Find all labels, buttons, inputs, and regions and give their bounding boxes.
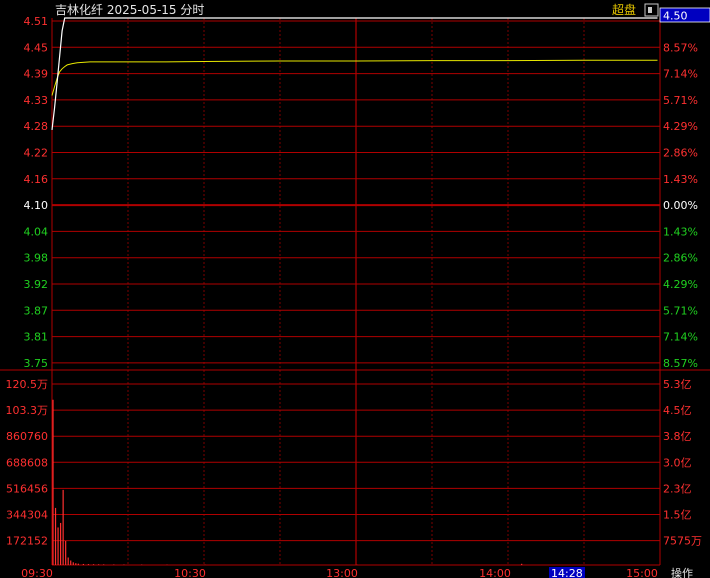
amount-tick-label: 2.3亿 [663,482,692,495]
volume-tick-label: 860760 [6,430,48,443]
price-tick-label: 4.22 [24,147,49,160]
time-tick-label: 14:00 [479,567,511,578]
pct-tick-label: 7.14% [663,68,698,81]
price-tick-label: 3.75 [24,357,49,370]
amount-tick-label: 3.8亿 [663,430,692,443]
time-tick-label: 09:30 [21,567,53,578]
price-tick-label: 3.92 [24,278,49,291]
time-tick-label: 13:00 [326,567,358,578]
volume-tick-label: 344304 [6,509,48,522]
price-tick-label: 3.98 [24,252,49,265]
chart-title: 吉林化纤 2025-05-15 分时 [55,3,204,17]
volume-tick-label: 120.5万 [6,378,49,391]
time-tick-label: 15:00 [626,567,658,578]
intraday-chart[interactable]: 4.51 4.45 8.57% 4.39 7.14% 4.33 5.71% 4.28 4.29%… [0,0,710,578]
price-tick-label: 4.45 [24,41,49,54]
volume-tick-label: 688608 [6,456,48,469]
time-tick-label: 10:30 [174,567,206,578]
pct-tick-label: 4.29% [663,278,698,291]
pct-tick-label: 7.14% [663,331,698,344]
pct-tick-label: 5.71% [663,94,698,107]
volume-tick-label: 516456 [6,482,48,495]
pct-tick-label: 2.86% [663,147,698,160]
price-tick-label: 4.33 [24,94,49,107]
action-button[interactable]: 操作 [671,566,693,578]
current-price: 4.50 [663,10,688,23]
amount-tick-label: 7575万 [663,535,702,548]
price-tick-label: 4.28 [24,120,49,133]
pct-tick-label: 4.29% [663,120,698,133]
price-tick-label: 4.51 [24,15,49,28]
pct-tick-label: 2.86% [663,252,698,265]
pct-tick-label: 0.00% [663,199,698,212]
chaopan-button[interactable]: 超盘 [612,2,636,17]
pct-tick-label: 1.43% [663,225,698,238]
amount-tick-label: 4.5亿 [663,404,692,417]
average-price-line [51,59,658,96]
chart-grid [0,18,710,566]
price-tick-label: 4.39 [24,68,49,81]
price-tick-label: 4.10 [24,199,49,212]
price-tick-label: 4.04 [24,225,49,238]
volume-tick-label: 103.3万 [6,404,49,417]
pct-tick-label: 1.43% [663,173,698,186]
price-tick-label: 3.81 [24,331,49,344]
amount-tick-label: 5.3亿 [663,378,692,391]
pct-tick-label: 5.71% [663,304,698,317]
price-tick-label: 3.87 [24,304,49,317]
volume-tick-label: 172152 [6,535,48,548]
amount-tick-label: 1.5亿 [663,509,692,522]
amount-tick-label: 3.0亿 [663,456,692,469]
pct-tick-label: 8.57% [663,41,698,54]
chart-toggle-icon[interactable] [644,3,659,17]
pct-tick-label: 8.57% [663,357,698,370]
price-tick-label: 4.16 [24,173,49,186]
cursor-time: 14:28 [551,567,583,578]
